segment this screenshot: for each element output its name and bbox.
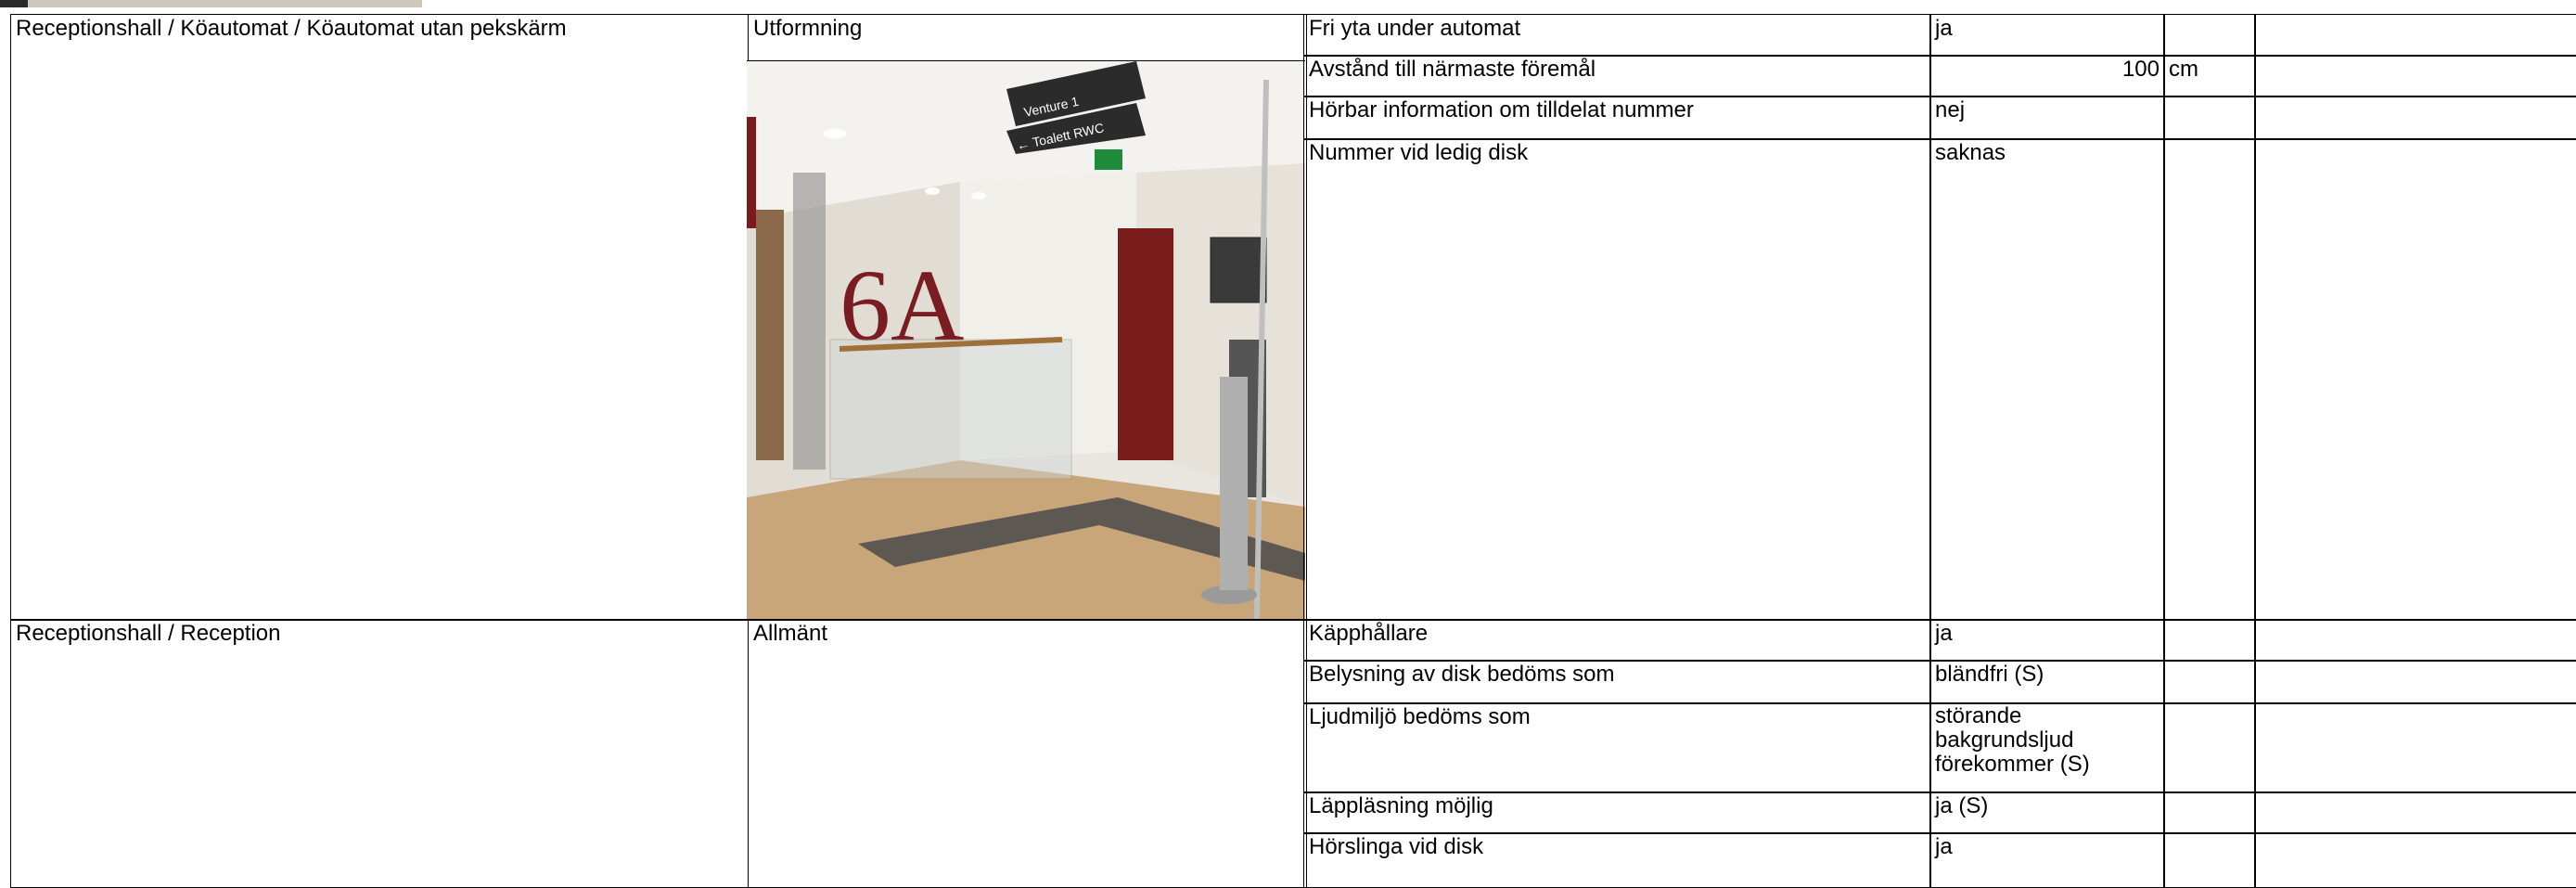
row-value: ja xyxy=(1935,621,1953,646)
row-unit-cell xyxy=(2163,619,2256,662)
row-label-cell: Ljudmiljö bedöms som xyxy=(1303,702,1931,793)
row-label-cell: Käpphållare xyxy=(1303,619,1931,662)
row-value: ja (S) xyxy=(1935,793,1989,818)
row-extra-cell xyxy=(2254,14,2576,57)
row-unit: cm xyxy=(2169,57,2198,82)
location-text: Receptionshall / Köautomat / Köautomat u… xyxy=(16,16,567,41)
row-value: nej xyxy=(1935,97,1966,122)
row-value-cell: nej xyxy=(1929,96,2165,140)
row-label-cell: Läppläsning möjlig xyxy=(1303,791,1931,834)
row-label: Belysning av disk bedöms som xyxy=(1309,662,1615,687)
location-cell-2: Receptionshall / Reception xyxy=(10,619,749,888)
row-label: Käpphållare xyxy=(1309,621,1429,646)
category-text: Allmänt xyxy=(753,621,828,646)
row-value-cell: störande bakgrundsljud förekommer (S) xyxy=(1929,702,2165,793)
row-value: ja xyxy=(1935,16,1953,41)
row-unit-cell xyxy=(2163,96,2256,140)
row-extra-cell xyxy=(2254,702,2576,793)
row-value-cell: 100 xyxy=(1929,55,2165,97)
row-unit-cell xyxy=(2163,832,2256,888)
row-label-cell: Fri yta under automat xyxy=(1303,14,1931,57)
row-label: Ljudmiljö bedöms som xyxy=(1309,704,1531,729)
row-label-cell: Hörslinga vid disk xyxy=(1303,832,1931,888)
row-value: störande bakgrundsljud förekommer (S) xyxy=(1935,703,2090,777)
row-extra-cell xyxy=(2254,619,2576,662)
row-label: Hörbar information om tilldelat nummer xyxy=(1309,97,1694,122)
row-label: Hörslinga vid disk xyxy=(1309,834,1484,859)
category-cell-2: Allmänt xyxy=(748,619,1307,888)
row-unit-cell xyxy=(2163,660,2256,704)
row-label-cell: Avstånd till närmaste föremål xyxy=(1303,55,1931,97)
row-value-cell: ja (S) xyxy=(1929,791,2165,834)
row-extra-cell xyxy=(2254,96,2576,140)
row-label-cell: Belysning av disk bedöms som xyxy=(1303,660,1931,704)
row-value-cell: ja xyxy=(1929,14,2165,57)
row-value: 100 xyxy=(2121,57,2159,82)
row-unit-cell xyxy=(2163,702,2256,793)
row-unit-cell xyxy=(2163,14,2256,57)
row-extra-cell xyxy=(2254,832,2576,888)
previous-photo-strip xyxy=(0,0,422,7)
row-value-cell: ja xyxy=(1929,619,2165,662)
row-value-cell: bländfri (S) xyxy=(1929,660,2165,704)
row-label: Läppläsning möjlig xyxy=(1309,793,1493,818)
location-text: Receptionshall / Reception xyxy=(16,621,281,646)
row-unit-cell xyxy=(2163,791,2256,834)
row-unit-cell xyxy=(2163,138,2256,621)
row-extra-cell xyxy=(2254,138,2576,621)
location-cell-1: Receptionshall / Köautomat / Köautomat u… xyxy=(10,14,749,621)
row-extra-cell xyxy=(2254,660,2576,704)
row-label: Fri yta under automat xyxy=(1309,16,1521,41)
reception-photo: 6A Venture 1 ← Toalett RWC xyxy=(747,60,1305,619)
row-value: saknas xyxy=(1935,140,2006,165)
row-unit-cell: cm xyxy=(2163,55,2256,97)
row-value: bländfri (S) xyxy=(1935,662,2044,687)
row-value-cell: ja xyxy=(1929,832,2165,888)
row-extra-cell xyxy=(2254,791,2576,834)
row-label: Nummer vid ledig disk xyxy=(1309,140,1529,165)
row-value-cell: saknas xyxy=(1929,138,2165,621)
row-extra-cell xyxy=(2254,55,2576,97)
category-text: Utformning xyxy=(753,16,863,41)
row-value: ja xyxy=(1935,834,1953,859)
row-label-cell: Hörbar information om tilldelat nummer xyxy=(1303,96,1931,140)
row-label: Avstånd till närmaste föremål xyxy=(1309,57,1596,82)
row-label-cell: Nummer vid ledig disk xyxy=(1303,138,1931,621)
